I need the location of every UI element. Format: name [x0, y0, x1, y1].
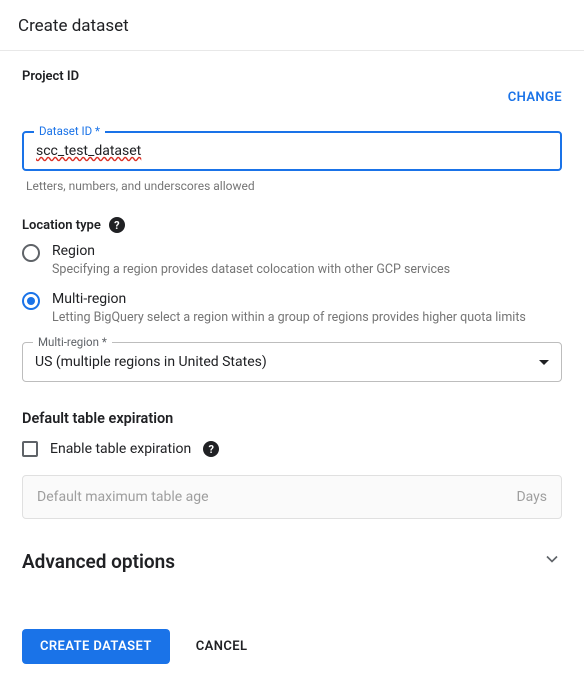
- multi-region-select-value: US (multiple regions in United States): [35, 354, 267, 370]
- advanced-options-title: Advanced options: [22, 550, 175, 573]
- max-table-age-input: Default maximum table age Days: [22, 475, 562, 519]
- max-table-age-unit: Days: [516, 489, 547, 505]
- dataset-id-helper: Letters, numbers, and underscores allowe…: [26, 179, 558, 193]
- radio-multiregion-title: Multi-region: [52, 291, 562, 307]
- help-icon[interactable]: ?: [203, 441, 219, 457]
- location-type-label: Location type: [22, 218, 101, 233]
- dialog-content: Project ID CHANGE Dataset ID * scc_test_…: [0, 51, 584, 688]
- chevron-down-icon: [542, 549, 562, 573]
- enable-expiration-label: Enable table expiration: [50, 441, 191, 457]
- caret-down-icon: [539, 360, 549, 365]
- default-expiration-label: Default table expiration: [22, 410, 562, 427]
- create-dataset-button[interactable]: CREATE DATASET: [22, 629, 170, 664]
- max-table-age-placeholder: Default maximum table age: [37, 489, 209, 505]
- radio-region-desc: Specifying a region provides dataset col…: [52, 261, 562, 279]
- radio-multi-region[interactable]: Multi-region Letting BigQuery select a r…: [22, 291, 562, 327]
- project-id-label: Project ID: [22, 69, 562, 84]
- dataset-id-field[interactable]: Dataset ID * scc_test_dataset: [22, 131, 562, 171]
- radio-region[interactable]: Region Specifying a region provides data…: [22, 243, 562, 279]
- dialog-title: Create dataset: [0, 0, 584, 51]
- radio-region-title: Region: [52, 243, 562, 259]
- enable-expiration-checkbox[interactable]: [22, 441, 38, 457]
- help-icon[interactable]: ?: [109, 217, 125, 233]
- dataset-id-floating-label: Dataset ID *: [34, 124, 105, 138]
- radio-icon-checked: [22, 292, 40, 310]
- multi-region-select-label: Multi-region *: [33, 335, 112, 349]
- change-project-button[interactable]: CHANGE: [508, 90, 562, 105]
- multi-region-select[interactable]: Multi-region * US (multiple regions in U…: [22, 342, 562, 382]
- radio-multiregion-desc: Letting BigQuery select a region within …: [52, 309, 562, 327]
- advanced-options-toggle[interactable]: Advanced options: [22, 549, 562, 573]
- dataset-id-input[interactable]: scc_test_dataset: [24, 133, 560, 169]
- radio-icon-unchecked: [22, 244, 40, 262]
- cancel-button[interactable]: CANCEL: [196, 639, 248, 654]
